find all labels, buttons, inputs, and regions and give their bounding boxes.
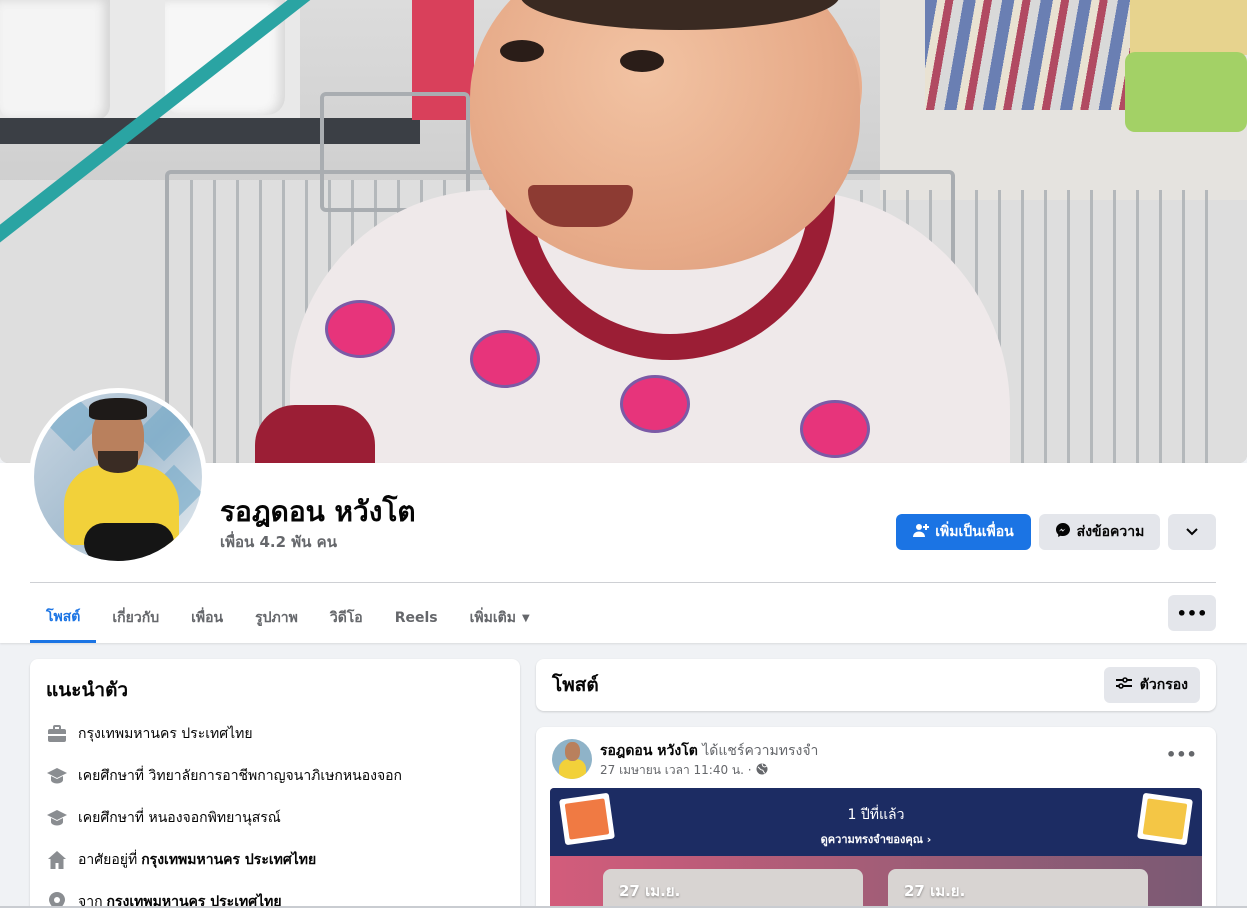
memory-photo-inner [1142,798,1188,840]
post-meta: 27 เมษายน เวลา 11:40 น. · [600,761,768,780]
intro-title: แนะนำตัว [46,679,129,701]
message-label: ส่งข้อความ [1076,524,1145,540]
tab-reels[interactable]: Reels [379,593,454,643]
tab-more-label: เพิ่มเติม [469,610,516,626]
post-avatar-shirt [559,759,586,779]
posts-header: โพสต์ ตัวกรอง [536,659,1216,711]
memory-card[interactable]: 27 เม.ย. [603,869,863,908]
add-friend-label: เพิ่มเป็นเพื่อน [935,524,1014,540]
shirt-print [325,300,395,358]
tab-about[interactable]: เกี่ยวกับ [96,593,175,643]
baby-eye [620,50,664,72]
tab-more[interactable]: เพิ่มเติม ▼ [454,593,546,643]
post-avatar-face [565,742,580,761]
cover-pillow [1130,0,1247,55]
filter-label: ตัวกรอง [1139,677,1188,693]
post-header-line: รอฎดอน หวังโต ได้แชร์ความทรงจำ [600,740,818,762]
memory-photo-inner [564,798,610,840]
add-friend-button[interactable]: เพิ่มเป็นเพื่อน [896,514,1031,550]
tab-videos[interactable]: วิดีโอ [314,593,379,643]
ellipsis-icon: ••• [1176,603,1208,623]
profile-tabs: โพสต์ เกี่ยวกับ เพื่อน รูปภาพ วิดีโอ Ree… [30,593,546,643]
sliders-icon [1115,676,1132,694]
avatar-beard [98,451,138,473]
tab-friends[interactable]: เพื่อน [175,593,239,643]
tab-photos[interactable]: รูปภาพ [239,593,314,643]
memory-photo-icon [1137,792,1193,846]
message-button[interactable]: ส่งข้อความ [1039,514,1160,550]
memory-header: 1 ปีที่แล้ว ดูความทรงจำของคุณ › [550,788,1202,856]
baby-mouth [528,185,633,227]
cover-photo[interactable] [0,0,1247,463]
tabs-options-button[interactable]: ••• [1168,595,1216,631]
baby-eye [500,40,544,62]
graduation-cap-icon [46,807,68,829]
memory-card[interactable]: 27 เม.ย. [888,869,1148,908]
intro-item-text: เคยศึกษาที่ วิทยาลัยการอาชีพกาญจนาภิเษกห… [78,768,403,784]
intro-item-from: จาก กรุงเทพมหานคร ประเทศไทย [46,881,504,908]
graduation-cap-icon [46,765,68,787]
intro-item-text: อาศัยอยู่ที่ [78,852,138,868]
messenger-icon [1055,522,1071,542]
briefcase-icon [46,723,68,745]
header-divider [30,582,1216,583]
intro-card: แนะนำตัว กรุงเทพมหานคร ประเทศไทย เคยศึกษ… [30,659,520,908]
tab-posts[interactable]: โพสต์ [30,593,97,643]
profile-more-button[interactable] [1168,514,1216,550]
home-icon [46,849,68,871]
chevron-down-icon [1186,524,1198,540]
avatar-hair [89,398,147,420]
intro-item-lives-in: อาศัยอยู่ที่ กรุงเทพมหานคร ประเทศไทย [46,839,504,881]
memory-link[interactable]: ดูความทรงจำของคุณ › [550,830,1202,848]
avatar-legs [84,523,174,561]
shirt-print [470,330,540,388]
memory-banner[interactable]: 1 ปีที่แล้ว ดูความทรงจำของคุณ › 27 เม.ย.… [550,788,1202,908]
shirt-print [800,400,870,458]
baby-sleeve [255,405,375,463]
friend-count[interactable]: เพื่อน 4.2 พัน คน [220,530,337,554]
intro-item-link[interactable]: กรุงเทพมหานคร ประเทศไทย [141,849,316,871]
avatar[interactable] [34,393,202,561]
memory-title: 1 ปีที่แล้ว [847,807,905,823]
shirt-print [620,375,690,433]
profile-name: รอฎดอน หวังโต [220,495,416,528]
memory-photo-icon [559,792,615,846]
cover-cloth [925,0,1135,110]
posts-title: โพสต์ [552,674,599,696]
cover-roll [0,0,110,120]
cover-pillow [1125,52,1247,132]
post-card: รอฎดอน หวังโต ได้แชร์ความทรงจำ 27 เมษายน… [536,727,1216,908]
memory-cards-area: 27 เม.ย. 27 เม.ย. [550,856,1202,908]
intro-item-education: เคยศึกษาที่ วิทยาลัยการอาชีพกาญจนาภิเษกห… [46,755,504,797]
caret-down-icon: ▼ [521,612,530,624]
post-avatar[interactable] [552,739,592,779]
add-person-icon [913,522,930,542]
post-options-icon[interactable]: ••• [1166,745,1197,764]
post-author[interactable]: รอฎดอน หวังโต [600,743,698,759]
intro-item-work: กรุงเทพมหานคร ประเทศไทย [46,713,504,755]
globe-icon [756,763,768,778]
intro-item-education: เคยศึกษาที่ หนองจอกพิทยานุสรณ์ [46,797,504,839]
intro-item-text: เคยศึกษาที่ หนองจอกพิทยานุสรณ์ [78,810,281,826]
filter-button[interactable]: ตัวกรอง [1103,667,1200,703]
post-timestamp[interactable]: 27 เมษายน เวลา 11:40 น. · [600,761,752,780]
post-action: ได้แชร์ความทรงจำ [702,743,819,759]
intro-item-text: กรุงเทพมหานคร ประเทศไทย [78,726,253,742]
